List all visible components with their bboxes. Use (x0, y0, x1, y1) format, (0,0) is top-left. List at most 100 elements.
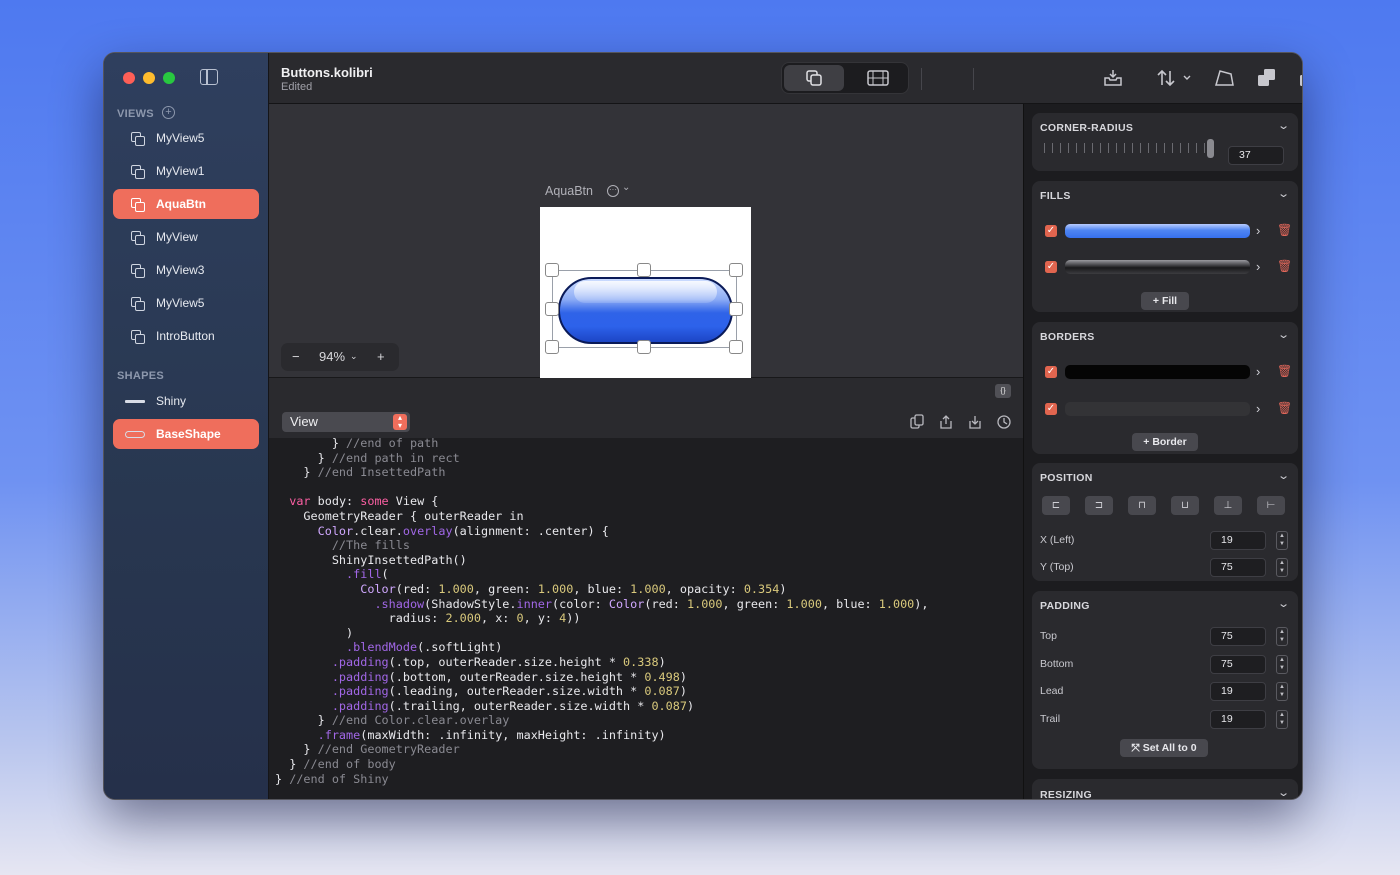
trash-icon[interactable]: 🗑 (1277, 223, 1292, 237)
resize-handle[interactable] (545, 302, 559, 316)
zoom-level[interactable]: 94% (319, 349, 345, 364)
code-line[interactable]: .padding(.top, outerReader.size.height *… (275, 655, 929, 670)
code-line[interactable]: } //end of body (275, 757, 929, 772)
border-color-swatch[interactable] (1065, 365, 1250, 379)
code-line[interactable]: ) (275, 626, 929, 641)
corner-radius-slider[interactable] (1207, 139, 1214, 158)
sidebar-view-item[interactable]: MyView5 (113, 288, 259, 318)
padding-top-stepper[interactable]: ▲ ▼ (1276, 627, 1288, 646)
code-line[interactable]: Color(red: 1.000, green: 1.000, blue: 1.… (275, 582, 929, 597)
code-line[interactable]: GeometryReader { outerReader in (275, 509, 929, 524)
sidebar-view-item[interactable]: MyView3 (113, 255, 259, 285)
padding-lead-stepper[interactable]: ▲ ▼ (1276, 682, 1288, 701)
resize-handle[interactable] (545, 340, 559, 354)
fill-checkbox[interactable]: ✓ (1045, 261, 1057, 273)
padding-lead-field[interactable]: 19 (1210, 682, 1266, 701)
chevron-down-icon[interactable]: ⌄ (1277, 328, 1290, 341)
zoom-window-button[interactable] (163, 72, 175, 84)
y-top-stepper[interactable]: ▲ ▼ (1276, 558, 1288, 577)
fill-gradient-swatch[interactable] (1065, 260, 1250, 274)
align-left-icon[interactable]: ⊏ (1042, 496, 1070, 515)
set-all-to-zero-button[interactable]: ⤧ Set All to 0 (1120, 739, 1208, 757)
y-top-field[interactable]: 75 (1210, 558, 1266, 577)
canvas[interactable]: AquaBtn ··· ⌄ − 94% ⌄ + (269, 104, 1023, 413)
chevron-down-icon[interactable]: ⌄ (1277, 119, 1290, 132)
code-line[interactable]: .shadow(ShadowStyle.inner(color: Color(r… (275, 597, 928, 612)
arrange-sort-icon[interactable] (1157, 67, 1197, 89)
more-options-icon[interactable]: ··· (607, 185, 619, 197)
resize-handle[interactable] (729, 263, 743, 277)
code-line[interactable]: .frame(maxWidth: .infinity, maxHeight: .… (275, 728, 929, 743)
code-line[interactable]: } //end of path (275, 438, 929, 451)
code-braces-icon[interactable]: {} (995, 384, 1011, 398)
chevron-down-icon[interactable]: ⌄ (1277, 786, 1290, 799)
download-icon[interactable] (967, 414, 983, 430)
chevron-down-icon[interactable]: ⌄ (622, 182, 630, 193)
zoom-in-button[interactable]: + (377, 349, 385, 364)
sidebar-shape-item[interactable]: BaseShape (113, 419, 259, 449)
add-border-button[interactable]: + Border (1132, 433, 1198, 451)
sidebar-view-item[interactable]: IntroButton (113, 321, 259, 351)
sidebar-shape-item[interactable]: Shiny (113, 386, 259, 416)
align-bottom-icon[interactable]: ⊔ (1171, 496, 1199, 515)
chevron-down-icon[interactable]: ⌄ (1277, 469, 1290, 482)
zoom-out-button[interactable]: − (292, 349, 300, 364)
code-line[interactable]: .padding(.leading, outerReader.size.widt… (275, 684, 929, 699)
align-right-icon[interactable]: ⊐ (1085, 496, 1113, 515)
chevron-right-icon[interactable]: › (1256, 259, 1260, 274)
add-fill-button[interactable]: + Fill (1141, 292, 1189, 310)
code-line[interactable]: } //end path in rect (275, 451, 929, 466)
chevron-down-icon[interactable]: ⌄ (1277, 597, 1290, 610)
code-editor[interactable]: } //end of path } //end path in rect } /… (269, 438, 1023, 799)
resize-handle[interactable] (637, 263, 651, 277)
minimize-window-button[interactable] (143, 72, 155, 84)
trash-icon[interactable]: 🗑 (1277, 364, 1292, 378)
fill-gradient-swatch[interactable] (1065, 224, 1250, 238)
border-checkbox[interactable]: ✓ (1045, 403, 1057, 415)
code-line[interactable]: } //end InsettedPath (275, 465, 929, 480)
resize-handle[interactable] (637, 340, 651, 354)
resize-handle[interactable] (545, 263, 559, 277)
sidebar-view-item[interactable]: AquaBtn (113, 189, 259, 219)
resize-handle[interactable] (729, 340, 743, 354)
inbox-icon[interactable] (1102, 67, 1124, 89)
close-window-button[interactable] (123, 72, 135, 84)
share-icon[interactable] (938, 414, 954, 430)
corner-radius-field[interactable]: 37 (1228, 146, 1284, 165)
border-color-swatch[interactable] (1065, 402, 1250, 416)
code-line[interactable]: } //end Color.clear.overlay (275, 713, 929, 728)
union-icon[interactable] (1256, 67, 1278, 89)
x-left-field[interactable]: 19 (1210, 531, 1266, 550)
code-line[interactable]: } //end of Shiny (275, 772, 929, 787)
code-line[interactable]: //The fills (275, 538, 929, 553)
code-line[interactable]: ShinyInsettedPath() (275, 553, 929, 568)
code-line[interactable]: radius: 2.000, x: 0, y: 4)) (275, 611, 929, 626)
code-line[interactable] (275, 480, 929, 495)
resize-handle[interactable] (729, 302, 743, 316)
padding-trail-stepper[interactable]: ▲ ▼ (1276, 710, 1288, 729)
padding-bottom-field[interactable]: 75 (1210, 655, 1266, 674)
animation-mode-tab[interactable] (848, 65, 908, 91)
code-line[interactable]: var body: some View { (275, 494, 929, 509)
trash-icon[interactable]: 🗑 (1277, 401, 1292, 415)
code-text[interactable]: } //end of path } //end path in rect } /… (275, 438, 929, 786)
x-left-stepper[interactable]: ▲ ▼ (1276, 531, 1288, 550)
padding-trail-field[interactable]: 19 (1210, 710, 1266, 729)
padding-top-field[interactable]: 75 (1210, 627, 1266, 646)
align-top-icon[interactable]: ⊓ (1128, 496, 1156, 515)
align-center-vertical-icon[interactable]: ⊢ (1257, 496, 1285, 515)
sidebar-view-item[interactable]: MyView5 (113, 123, 259, 153)
sidebar-view-item[interactable]: MyView (113, 222, 259, 252)
code-line[interactable]: .padding(.bottom, outerReader.size.heigh… (275, 670, 929, 685)
subtract-icon[interactable] (1298, 67, 1303, 89)
view-picker[interactable]: View ▴ ▾ (282, 412, 410, 432)
chevron-right-icon[interactable]: › (1256, 364, 1260, 379)
code-line[interactable]: } //end GeometryReader (275, 742, 929, 757)
padding-bottom-stepper[interactable]: ▲ ▼ (1276, 655, 1288, 674)
zoom-chevron-icon[interactable]: ⌄ (350, 351, 358, 362)
trash-icon[interactable]: 🗑 (1277, 259, 1292, 273)
add-view-icon[interactable]: + (162, 106, 175, 119)
settings-icon[interactable] (996, 414, 1012, 430)
copy-icon[interactable] (909, 414, 925, 430)
chevron-down-icon[interactable]: ⌄ (1277, 187, 1290, 200)
